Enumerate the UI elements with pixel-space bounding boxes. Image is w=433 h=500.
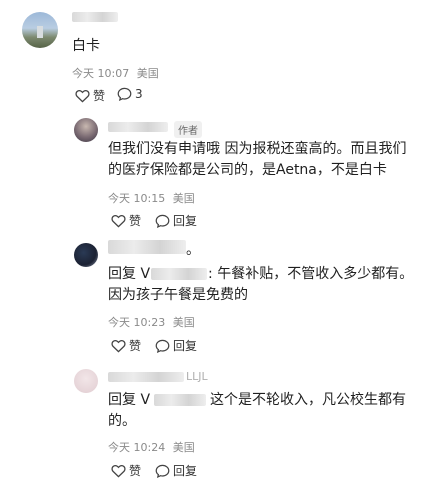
reply-username-tail: LLJL bbox=[186, 370, 208, 383]
reply-location: 美国 bbox=[172, 192, 195, 205]
reply-location: 美国 bbox=[172, 441, 195, 454]
reply-time: 今天 10:23 bbox=[108, 316, 166, 329]
mentioned-username[interactable] bbox=[154, 394, 207, 406]
author-badge: 作者 bbox=[174, 121, 202, 138]
avatar[interactable] bbox=[22, 12, 58, 48]
comment-bubble-icon bbox=[155, 339, 170, 353]
comment-location: 美国 bbox=[136, 67, 159, 80]
reply-text: 回复 V 这个是不轮收入，凡公校生都有 的。 bbox=[108, 390, 406, 432]
heart-icon bbox=[75, 89, 90, 103]
reply-location: 美国 bbox=[172, 316, 195, 329]
reply-prefix: 回复 V bbox=[108, 392, 151, 408]
comment-bubble-icon bbox=[155, 214, 170, 228]
like-button[interactable]: 赞 bbox=[111, 462, 141, 479]
reply-button[interactable]: 回复 bbox=[155, 212, 197, 229]
reply-time: 今天 10:15 bbox=[108, 192, 166, 205]
reply-text-line: 因为孩子午餐是免费的 bbox=[108, 287, 248, 303]
mentioned-username[interactable] bbox=[151, 268, 208, 280]
reply-text-line: : 午餐补贴，不管收入多少都有。 bbox=[208, 266, 414, 282]
comment-text: 白卡 bbox=[72, 38, 100, 54]
comment-bubble-icon bbox=[117, 87, 132, 101]
reply-label: 回复 bbox=[173, 464, 198, 478]
reply-button[interactable]: 回复 bbox=[155, 337, 197, 354]
reply-username-suffix: 。 bbox=[186, 242, 200, 258]
reply-prefix: 回复 V bbox=[108, 266, 151, 282]
reply-text: 但我们没有申请哦 因为报税还蛮高的。而且我们 的医疗保险都是公司的，是Aetna… bbox=[108, 139, 406, 181]
like-button[interactable]: 赞 bbox=[75, 87, 105, 104]
reply-avatar[interactable] bbox=[74, 118, 98, 142]
like-label: 赞 bbox=[129, 339, 142, 353]
reply-label: 回复 bbox=[173, 214, 198, 228]
reply-avatar[interactable] bbox=[74, 369, 98, 393]
reply-avatar[interactable] bbox=[74, 243, 98, 267]
heart-icon bbox=[111, 464, 126, 478]
like-button[interactable]: 赞 bbox=[111, 337, 141, 354]
reply-text-line: 但我们没有申请哦 因为报税还蛮高的。而且我们 bbox=[108, 141, 407, 157]
reply-text: 回复 V : 午餐补贴，不管收入多少都有。 因为孩子午餐是免费的 bbox=[108, 264, 413, 306]
heart-icon bbox=[111, 214, 126, 228]
reply-username[interactable] bbox=[108, 372, 184, 382]
comment-meta: 今天 10:07 美国 bbox=[72, 65, 159, 81]
reply-text-line: 这个是不轮收入，凡公校生都有 bbox=[210, 392, 407, 408]
reply-meta: 今天 10:23 美国 bbox=[108, 314, 195, 330]
reply-text-line: 的医疗保险都是公司的，是Aetna，不是白卡 bbox=[108, 162, 387, 178]
heart-icon bbox=[111, 339, 126, 353]
reply-username[interactable] bbox=[108, 240, 186, 254]
reply-username[interactable] bbox=[108, 122, 168, 132]
reply-meta: 今天 10:15 美国 bbox=[108, 190, 195, 206]
reply-count: 3 bbox=[135, 87, 143, 101]
comment-time: 今天 10:07 bbox=[72, 67, 130, 80]
like-label: 赞 bbox=[129, 214, 142, 228]
reply-text-line: 的。 bbox=[108, 413, 136, 429]
reply-meta: 今天 10:24 美国 bbox=[108, 439, 195, 455]
reply-label: 回复 bbox=[173, 339, 198, 353]
reply-count-button[interactable]: 3 bbox=[117, 87, 143, 101]
reply-time: 今天 10:24 bbox=[108, 441, 166, 454]
comment-bubble-icon bbox=[155, 464, 170, 478]
username[interactable] bbox=[72, 12, 118, 22]
like-label: 赞 bbox=[129, 464, 142, 478]
like-button[interactable]: 赞 bbox=[111, 212, 141, 229]
like-label: 赞 bbox=[93, 89, 106, 103]
reply-button[interactable]: 回复 bbox=[155, 462, 197, 479]
